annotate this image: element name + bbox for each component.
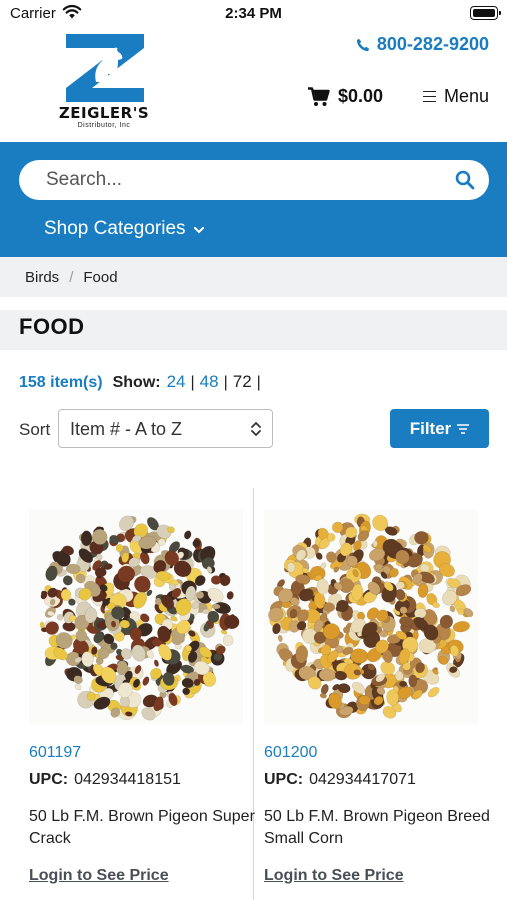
brand-name: ZEIGLER'S (58, 104, 150, 122)
shop-categories-dropdown[interactable]: Shop Categories (44, 218, 204, 240)
nav-band: Shop Categories (0, 142, 507, 257)
search-bar (19, 160, 489, 200)
upc-value: 042934417071 (309, 771, 416, 788)
sort-label: Sort (19, 420, 51, 439)
product-card: 601197 UPC: 042934418151 50 Lb F.M. Brown… (29, 510, 259, 885)
show-separator: | (223, 374, 228, 391)
product-name: 50 Lb F.M. Brown Pigeon Breed Small Corn (264, 808, 490, 847)
login-to-see-price-link[interactable]: Login to See Price (29, 867, 169, 885)
show-label: Show: (112, 374, 161, 391)
phone-number: 800-282-9200 (376, 34, 489, 54)
status-bar: Carrier 2:34 PM (0, 0, 507, 28)
breadcrumb-birds[interactable]: Birds (25, 269, 59, 286)
search-input[interactable] (46, 160, 446, 200)
item-count: 158 item(s) (19, 374, 103, 391)
filter-button[interactable]: Filter (390, 409, 489, 448)
upc-label: UPC: (264, 771, 304, 788)
title-band: FOOD (0, 310, 507, 350)
phone-icon (356, 38, 370, 51)
sort-select[interactable]: Item # - A to Z (58, 409, 273, 448)
search-icon[interactable] (455, 170, 475, 190)
product-card: 601200 UPC: 042934417071 50 Lb F.M. Brown… (264, 510, 494, 885)
upc-value: 042934418151 (74, 771, 181, 788)
page-title: FOOD (19, 314, 85, 339)
product-sku-link[interactable]: 601200 (264, 744, 494, 762)
chevron-up-down-icon (251, 422, 261, 436)
product-name: 50 Lb F.M. Brown Pigeon Super Crack (29, 808, 255, 847)
battery-icon (470, 6, 501, 20)
shopping-cart-icon (308, 86, 330, 106)
breadcrumb: Birds / Food (0, 257, 507, 297)
product-image-seed-mix[interactable] (29, 510, 243, 724)
login-to-see-price-link[interactable]: Login to See Price (264, 867, 404, 885)
breadcrumb-separator: / (69, 268, 74, 286)
product-image-corn-mix[interactable] (264, 510, 478, 724)
product-upc: UPC: 042934418151 (29, 771, 259, 789)
cart-button[interactable]: $0.00 (308, 86, 383, 107)
filter-lines-icon (457, 423, 470, 434)
brand-subtitle: Distributor, Inc (77, 122, 131, 129)
show-separator: | (190, 374, 195, 391)
zeiglers-z-dog-logo-icon (66, 34, 144, 102)
hamburger-icon (423, 90, 436, 103)
brand-logo[interactable]: ZEIGLER'S Distributor, Inc (46, 34, 162, 130)
filter-label: Filter (409, 418, 452, 438)
show-option-24[interactable]: 24 (167, 372, 186, 392)
show-option-48[interactable]: 48 (200, 372, 219, 392)
product-upc: UPC: 042934417071 (264, 771, 494, 789)
menu-label: Menu (444, 86, 490, 106)
clock: 2:34 PM (225, 5, 282, 22)
breadcrumb-food: Food (83, 268, 118, 286)
show-separator: | (256, 374, 261, 391)
phone-link[interactable]: 800-282-9200 (356, 34, 489, 55)
chevron-down-icon (193, 226, 204, 233)
upc-label: UPC: (29, 771, 69, 788)
show-option-72: 72 (232, 372, 252, 391)
cart-total: $0.00 (338, 86, 384, 106)
results-info: 158 item(s) Show: 24 | 48 | 72 | (19, 372, 266, 392)
product-sku-link[interactable]: 601197 (29, 744, 259, 762)
menu-button[interactable]: Menu (423, 86, 489, 107)
sort-selected-value: Item # - A to Z (70, 419, 183, 439)
shop-categories-label: Shop Categories (44, 218, 186, 239)
